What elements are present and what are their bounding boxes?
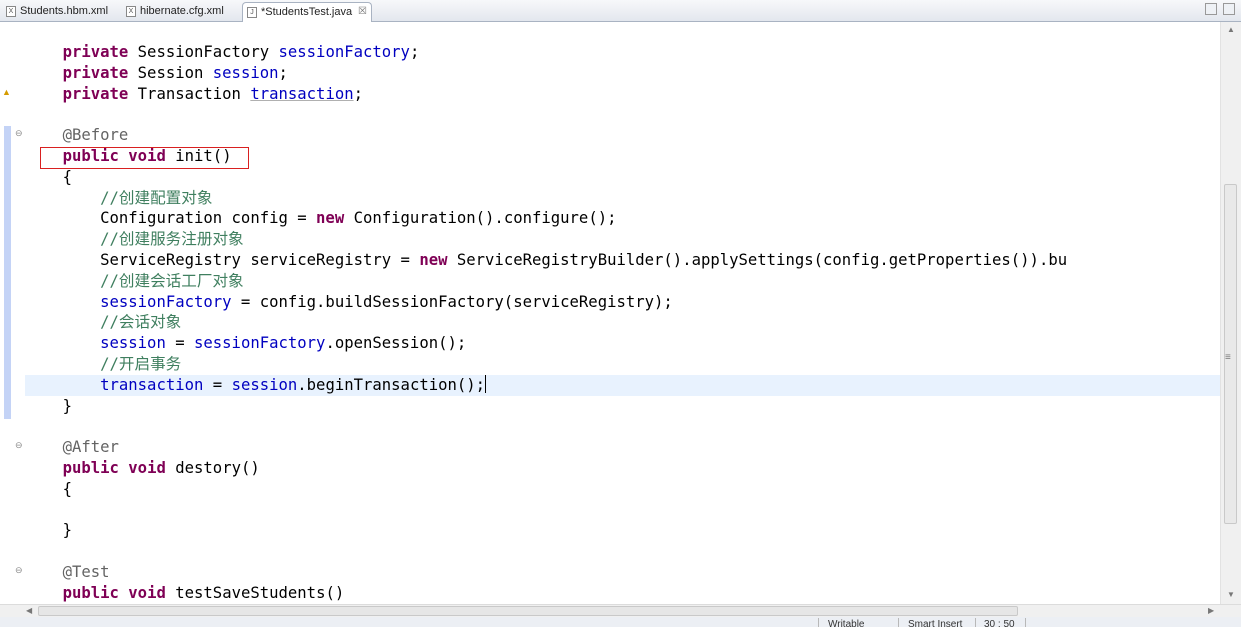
current-code-line: transaction = session.beginTransaction()… bbox=[25, 374, 1220, 396]
status-separator bbox=[898, 618, 899, 627]
horizontal-scroll-thumb[interactable] bbox=[38, 606, 1018, 616]
code-line: //创建会话工厂对象 bbox=[100, 271, 244, 290]
tab-label: *StudentsTest.java bbox=[261, 6, 353, 18]
code-line: } bbox=[62, 521, 72, 540]
code-text-area[interactable]: private SessionFactory sessionFactory; p… bbox=[25, 42, 1220, 602]
tab-students-hbm-xml[interactable]: X Students.hbm.xml bbox=[2, 2, 120, 22]
warning-marker-icon[interactable]: ▲ bbox=[2, 88, 11, 97]
text-caret bbox=[485, 374, 487, 393]
status-writable: Writable bbox=[828, 619, 865, 627]
scroll-right-arrow-icon[interactable]: ▶ bbox=[1208, 606, 1214, 615]
code-line: @Test bbox=[62, 562, 110, 581]
code-line: ServiceRegistry serviceRegistry = new Se… bbox=[100, 250, 1068, 269]
quick-diff-bar bbox=[4, 126, 11, 419]
highlight-box-init-method bbox=[40, 147, 249, 169]
code-line: } bbox=[62, 396, 72, 415]
fold-toggle-icon[interactable]: ⊖ bbox=[15, 566, 23, 575]
code-line: //会话对象 bbox=[100, 313, 182, 332]
java-file-icon: J bbox=[247, 7, 257, 18]
status-separator bbox=[818, 618, 819, 627]
code-editor[interactable]: ▲ ⊖ ⊖ ⊖ private SessionFactory sessionFa… bbox=[0, 22, 1241, 604]
horizontal-scrollbar[interactable]: ◀ ▶ bbox=[0, 604, 1241, 617]
grip-icon: ≡ bbox=[1225, 352, 1231, 363]
code-line: sessionFactory = config.buildSessionFact… bbox=[100, 292, 673, 311]
fold-toggle-icon[interactable]: ⊖ bbox=[15, 441, 23, 450]
status-insert-mode: Smart Insert bbox=[908, 619, 963, 627]
tab-hibernate-cfg-xml[interactable]: X hibernate.cfg.xml bbox=[122, 2, 240, 22]
tab-students-test-java[interactable]: J *StudentsTest.java ☒ bbox=[242, 2, 372, 22]
scroll-up-arrow-icon[interactable]: ▲ bbox=[1227, 25, 1235, 34]
code-line: private Transaction transaction; bbox=[62, 84, 364, 103]
editor-tab-bar: X Students.hbm.xml X hibernate.cfg.xml J… bbox=[0, 0, 1241, 22]
xml-file-icon: X bbox=[126, 6, 136, 17]
status-cursor-position: 30 : 50 bbox=[984, 619, 1015, 627]
status-separator bbox=[975, 618, 976, 627]
code-line: private SessionFactory sessionFactory; bbox=[62, 43, 420, 61]
status-bar: Writable Smart Insert 30 : 50 bbox=[0, 617, 1241, 627]
maximize-button[interactable] bbox=[1223, 3, 1235, 15]
minimize-button[interactable] bbox=[1205, 3, 1217, 15]
code-line: @Before bbox=[62, 126, 129, 145]
code-line: //开启事务 bbox=[100, 354, 182, 373]
window-controls bbox=[1199, 3, 1235, 18]
code-line: //创建服务注册对象 bbox=[100, 230, 244, 249]
status-separator bbox=[1025, 618, 1026, 627]
code-line: { bbox=[62, 479, 72, 498]
scroll-left-arrow-icon[interactable]: ◀ bbox=[26, 606, 32, 615]
code-line: private Session session; bbox=[62, 63, 288, 82]
vertical-scrollbar[interactable]: ▲ ≡ ▼ bbox=[1220, 22, 1241, 604]
tab-label: Students.hbm.xml bbox=[20, 5, 109, 17]
code-line: //创建配置对象 bbox=[100, 188, 213, 207]
scroll-down-arrow-icon[interactable]: ▼ bbox=[1227, 590, 1235, 599]
code-line: session = sessionFactory.openSession(); bbox=[100, 334, 467, 353]
code-line: public void destory() bbox=[62, 458, 260, 477]
code-line: public void testSaveStudents() bbox=[62, 583, 345, 602]
xml-file-icon: X bbox=[6, 6, 16, 17]
code-line: Configuration config = new Configuration… bbox=[100, 209, 617, 228]
code-line: @After bbox=[62, 438, 119, 457]
close-tab-icon[interactable]: ☒ bbox=[358, 3, 367, 21]
code-line: { bbox=[62, 167, 72, 186]
fold-toggle-icon[interactable]: ⊖ bbox=[15, 129, 23, 138]
tab-label: hibernate.cfg.xml bbox=[140, 5, 224, 17]
